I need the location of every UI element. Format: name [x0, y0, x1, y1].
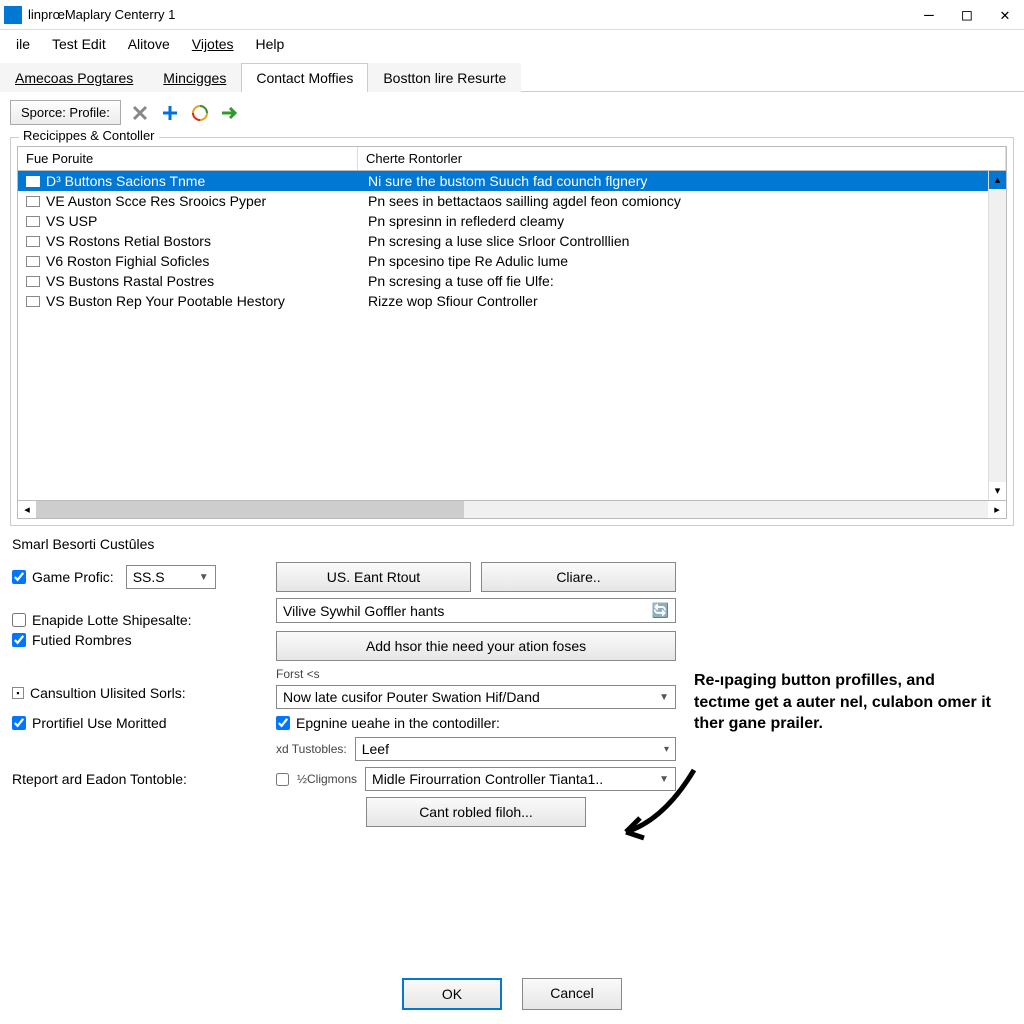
menu-ile[interactable]: ile — [6, 34, 40, 54]
row-c2: Ni sure the bustom Suuch fad counch flgn… — [368, 173, 998, 189]
sporce-profile-button[interactable]: Sporce: Profile: — [10, 100, 121, 125]
epgnine-check[interactable] — [276, 716, 290, 730]
refresh-icon[interactable]: 🔄 — [652, 602, 669, 619]
row-c1: VS USP — [46, 213, 368, 229]
row-c2: Pn sees in bettactaos sailling agdel feo… — [368, 193, 998, 209]
ok-button[interactable]: OK — [402, 978, 502, 1010]
row-c2: Pn spcesino tipe Re Adulic lume — [368, 253, 998, 269]
item-icon — [26, 276, 40, 287]
tab-amecoas[interactable]: Amecoas Pogtares — [0, 63, 148, 92]
item-icon — [26, 256, 40, 267]
cligmons-check[interactable] — [276, 773, 289, 786]
tab-contact-moffies[interactable]: Contact Moffies — [241, 63, 368, 92]
table-row[interactable]: V6 Roston Fighial SoficlesPn spcesino ti… — [18, 251, 1006, 271]
app-icon — [4, 6, 22, 24]
row-c2: Pn spresinn in reflederd cleamy — [368, 213, 998, 229]
tab-mincigges[interactable]: Mincigges — [148, 63, 241, 92]
scroll-track[interactable] — [989, 189, 1006, 482]
us-eant-button[interactable]: US. Eant Rtout — [276, 562, 471, 592]
tabstrip: Amecoas Pogtares Mincigges Contact Moffi… — [0, 62, 1024, 92]
enapide-label: Enapide Lotte Shipesalte: — [32, 612, 192, 628]
recipes-group: Recicippes & Contoller Fue Poruite Chert… — [10, 137, 1014, 526]
section-smarl: Smarl Besorti Custûles — [0, 530, 1024, 558]
menu-vijotes[interactable]: Vijotes — [182, 34, 244, 54]
recipes-legend: Recicippes & Contoller — [19, 128, 159, 143]
col-fue-poruite[interactable]: Fue Poruite — [18, 147, 358, 170]
table-row[interactable]: VS Rostons Retial BostorsPn scresing a l… — [18, 231, 1006, 251]
scroll-right-icon[interactable]: ▸ — [988, 503, 1006, 516]
list-header: Fue Poruite Cherte Rontorler — [17, 146, 1007, 171]
report-label: Rteport ard Eadon Tontoble: — [12, 771, 262, 787]
row-c1: V6 Roston Fighial Soficles — [46, 253, 368, 269]
table-row[interactable]: VS USPPn spresinn in reflederd cleamy — [18, 211, 1006, 231]
delete-icon[interactable] — [129, 102, 151, 124]
menu-alitove[interactable]: Alitove — [118, 34, 180, 54]
game-profic-row: Game Profic: SS.S▼ — [12, 565, 262, 589]
futied-check[interactable] — [12, 633, 26, 647]
cligmons-label: ½Cligmons — [297, 772, 357, 786]
epgnine-label: Epgnine ueahe in the contodiller: — [296, 715, 500, 731]
scroll-up-icon[interactable]: ▴ — [989, 171, 1006, 189]
clare-button[interactable]: Cliare.. — [481, 562, 676, 592]
scroll-down-icon[interactable]: ▾ — [989, 482, 1006, 500]
cansultion-label: Cansultion Ulisited Sorls: — [30, 685, 186, 701]
vive-field[interactable]: Vilive Sywhil Goffler hants 🔄 — [276, 598, 676, 623]
game-profic-select[interactable]: SS.S▼ — [126, 565, 216, 589]
cansultion-square[interactable]: ▪ — [12, 687, 24, 699]
close-button[interactable]: ✕ — [998, 8, 1012, 22]
col-cherte[interactable]: Cherte Rontorler — [358, 147, 1006, 170]
menubar: ile Test Edit Alitove Vijotes Help — [0, 30, 1024, 58]
menu-help[interactable]: Help — [246, 34, 295, 54]
now-late-select[interactable]: Now late cusifor Pouter Swation Hif/Dand… — [276, 685, 676, 709]
add-hsor-button[interactable]: Add hsor thie need your ation foses — [276, 631, 676, 661]
item-icon — [26, 296, 40, 307]
table-row[interactable]: VS Buston Rep Your Pootable HestoryRizze… — [18, 291, 1006, 311]
enapide-check[interactable] — [12, 613, 26, 627]
add-icon[interactable] — [159, 102, 181, 124]
row-c2: Pn scresing a luse slice Srloor Controll… — [368, 233, 998, 249]
window-title: linprœMaplary Centerry 1 — [28, 7, 922, 22]
toolbar: Sporce: Profile: — [0, 92, 1024, 133]
row-c2: Pn scresing a tuse off fie Ulfe: — [368, 273, 998, 289]
annotation-text: Re-ıpaging button profilles, and tectıme… — [694, 670, 994, 735]
scroll-left-icon[interactable]: ◂ — [18, 503, 36, 516]
annotation-arrow-icon — [614, 760, 704, 850]
row-c2: Rizze wop Sfiour Controller — [368, 293, 998, 309]
prortified-check[interactable] — [12, 716, 26, 730]
titlebar: linprœMaplary Centerry 1 — □ ✕ — [0, 0, 1024, 30]
row-c1: VE Auston Scce Res Srooics Pyper — [46, 193, 368, 209]
item-icon — [26, 176, 40, 187]
tab-bostton[interactable]: Bostton lire Resurte — [368, 63, 521, 92]
item-icon — [26, 216, 40, 227]
cancel-button[interactable]: Cancel — [522, 978, 622, 1010]
tustobles-select[interactable]: Leef▾ — [355, 737, 676, 761]
table-row[interactable]: VS Bustons Rastal PostresPn scresing a t… — [18, 271, 1006, 291]
scroll-thumb[interactable] — [36, 501, 464, 518]
game-profic-check[interactable] — [12, 570, 26, 584]
list-body[interactable]: D³ Buttons Sacions TnmeNi sure the busto… — [17, 171, 1007, 501]
item-icon — [26, 196, 40, 207]
row-c1: VS Bustons Rastal Postres — [46, 273, 368, 289]
menu-test-edit[interactable]: Test Edit — [42, 34, 116, 54]
futied-label: Futied Rombres — [32, 632, 132, 648]
minimize-button[interactable]: — — [922, 8, 936, 22]
dialog-buttons: OK Cancel — [0, 978, 1024, 1010]
tustobles-label: xd Tustobles: — [276, 742, 347, 756]
table-row[interactable]: VE Auston Scce Res Srooics PyperPn sees … — [18, 191, 1006, 211]
game-profic-label: Game Profic: — [32, 569, 114, 585]
forst-label: Forst <s — [276, 667, 676, 681]
horizontal-scrollbar[interactable]: ◂ ▸ — [17, 501, 1007, 519]
arrow-right-icon[interactable] — [219, 102, 241, 124]
color-wheel-icon[interactable] — [189, 102, 211, 124]
maximize-button[interactable]: □ — [960, 8, 974, 22]
cant-robled-button[interactable]: Cant robled filoh... — [366, 797, 586, 827]
table-row[interactable]: D³ Buttons Sacions TnmeNi sure the busto… — [18, 171, 1006, 191]
item-icon — [26, 236, 40, 247]
row-c1: VS Rostons Retial Bostors — [46, 233, 368, 249]
vertical-scrollbar[interactable]: ▴ ▾ — [988, 171, 1006, 500]
prortified-label: Prortifiel Use Moritted — [32, 715, 167, 731]
row-c1: VS Buston Rep Your Pootable Hestory — [46, 293, 368, 309]
row-c1: D³ Buttons Sacions Tnme — [46, 173, 368, 189]
